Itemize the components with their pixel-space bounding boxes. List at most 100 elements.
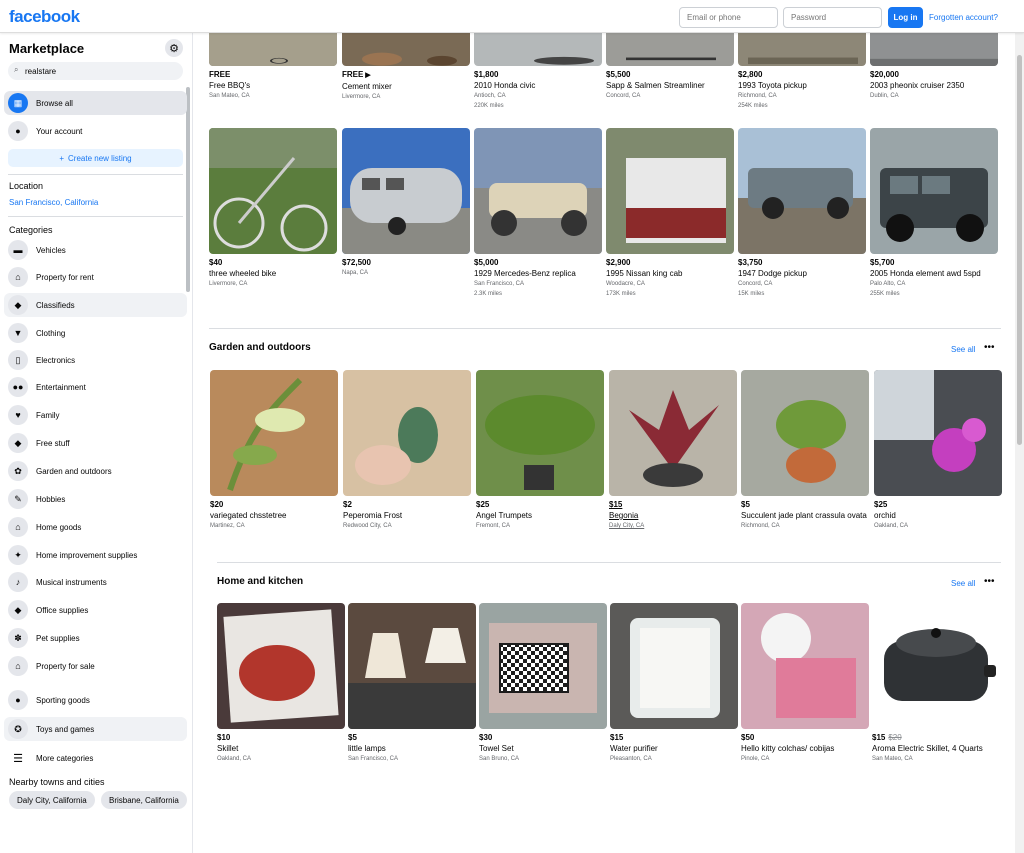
sidebar-item-category[interactable]: ⌂ Property for sale [4, 654, 187, 678]
listing-photo[interactable] [610, 603, 738, 729]
listing-photo[interactable] [738, 128, 866, 254]
listing-photo[interactable] [874, 370, 1002, 496]
listing-photo[interactable] [210, 370, 338, 496]
listing-card[interactable]: $25 Angel Trumpets Fremont, CA [476, 370, 604, 531]
listing-photo[interactable] [870, 128, 998, 254]
listing-card[interactable]: $1,800 2010 Honda civic Antioch, CA 220K mi… [474, 25, 602, 111]
password-field[interactable] [783, 7, 882, 28]
house-icon: ⌂ [8, 517, 28, 537]
search-input[interactable]: ⌕ realstare [8, 62, 183, 80]
listing-card[interactable]: $10 Skillet Oakland, CA [217, 603, 345, 764]
gear-icon[interactable]: ⚙ [165, 39, 183, 57]
see-all-link[interactable]: See all [951, 579, 975, 588]
listing-card[interactable]: $40 three wheeled bike Livermore, CA [209, 128, 337, 289]
listing-location: Fremont, CA [476, 523, 511, 529]
listing-card[interactable]: $2,900 1995 Nissan king cab Woodacre, CA 17… [606, 128, 734, 299]
listing-photo[interactable] [476, 370, 604, 496]
listing-card[interactable]: $15 Begonia Daly City, CA [609, 370, 737, 531]
sidebar-item-label: Home improvement supplies [36, 550, 138, 560]
listing-photo[interactable] [217, 603, 345, 729]
listing-title: variegated chsstetree [210, 511, 287, 520]
create-listing-label: Create new listing [68, 153, 132, 163]
sidebar-item-your-account[interactable]: ● Your account [4, 119, 187, 143]
sidebar-item-category[interactable]: ✦ Home improvement supplies [4, 543, 187, 567]
sidebar-item-category[interactable]: ♪ Musical instruments [4, 570, 187, 594]
sidebar-item-browse-all[interactable]: ▦ Browse all [4, 91, 187, 115]
email-field[interactable] [679, 7, 778, 28]
sidebar-item-category[interactable]: ✪ Toys and games [4, 717, 187, 741]
sidebar-item-category[interactable]: ⌂ Property for rent [4, 265, 187, 289]
sidebar-item-category[interactable]: ♥ Family [4, 403, 187, 427]
more-options-icon[interactable]: ••• [984, 576, 995, 587]
categories-heading: Categories [9, 225, 53, 235]
sidebar-scrollbar[interactable] [186, 87, 190, 292]
listing-photo[interactable] [348, 603, 476, 729]
sidebar-item-label: Property for sale [36, 661, 95, 671]
person-icon: ● [8, 121, 28, 141]
sidebar-item-category[interactable]: ▬ Vehicles [4, 238, 187, 262]
listing-photo[interactable] [479, 603, 607, 729]
sidebar-item-category[interactable]: ◆ Classifieds [4, 293, 187, 317]
nearby-chip[interactable]: Brisbane, California [101, 791, 187, 809]
listing-card[interactable]: $5 Succulent jade plant crassula ovata Ric… [741, 370, 869, 531]
listing-photo[interactable] [741, 603, 869, 729]
sidebar-item-category[interactable]: ● Sporting goods [4, 688, 187, 712]
main-feed: FREE Free BBQ's San Mateo, CA FREE ▶ Cement … [193, 25, 1013, 853]
page-scrollbar[interactable] [1015, 33, 1024, 853]
listing-card[interactable]: $25 orchid Oakland, CA [874, 370, 1002, 531]
listing-card[interactable]: $30 Towel Set San Bruno, CA [479, 603, 607, 764]
sidebar-item-category[interactable]: ●● Entertainment [4, 375, 187, 399]
listing-card[interactable]: $15 $20 Aroma Electric Skillet, 4 Quarts Sa… [872, 603, 1000, 764]
facebook-logo[interactable]: facebook [9, 7, 80, 27]
listing-card[interactable]: $50 Hello kitty colchas/ cobijas Pinole, C… [741, 603, 869, 764]
listing-card[interactable]: $2,800 1993 Toyota pickup Richmond, CA 254K… [738, 25, 866, 111]
listing-photo[interactable] [209, 128, 337, 254]
sidebar-item-label: Clothing [36, 328, 66, 338]
listing-card[interactable]: $72,500 Napa, CA [342, 128, 470, 278]
sidebar-item-category[interactable]: ✎ Hobbies [4, 487, 187, 511]
sidebar-item-category[interactable]: ✿ Garden and outdoors [4, 459, 187, 483]
sidebar-item-category[interactable]: ◆ Office supplies [4, 598, 187, 622]
sidebar-item-category[interactable]: ⌂ Home goods [4, 515, 187, 539]
listing-card[interactable]: $5,700 2005 Honda element awd 5spd Palo Al… [870, 128, 998, 299]
listing-card[interactable]: FREE ▶ Cement mixer Livermore, CA [342, 25, 470, 102]
listing-photo[interactable] [342, 128, 470, 254]
listing-photo[interactable] [343, 370, 471, 496]
listing-card[interactable]: $15 Water purifier Pleasanton, CA [610, 603, 738, 764]
forgot-account-link[interactable]: Forgotten account? [929, 13, 998, 22]
sidebar-item-category[interactable]: ◆ Free stuff [4, 431, 187, 455]
listing-photo[interactable] [606, 128, 734, 254]
listing-photo[interactable] [741, 370, 869, 496]
listing-price-value: $3,750 [738, 258, 763, 267]
listing-title: Angel Trumpets [476, 511, 533, 520]
listing-photo[interactable] [872, 603, 1000, 729]
listing-location: Richmond, CA [741, 523, 780, 529]
listing-card[interactable]: $5 little lamps San Francisco, CA [348, 603, 476, 764]
listing-card[interactable]: $20,000 2003 pheonix cruiser 2350 Dublin, … [870, 25, 998, 101]
sidebar-item-category[interactable]: ☰ More categories [4, 746, 187, 770]
listing-photo[interactable] [474, 128, 602, 254]
listing-card[interactable]: $2 Peperomia Frost Redwood City, CA [343, 370, 471, 531]
login-button[interactable]: Log in [888, 7, 923, 28]
listing-card[interactable]: $5,500 Sapp & Salmen Streamliner Concord, … [606, 25, 734, 101]
see-all-link[interactable]: See all [951, 345, 975, 354]
listing-price: $5 [741, 499, 869, 510]
location-link[interactable]: San Francisco, California [9, 198, 98, 207]
scroll-thumb[interactable] [1017, 55, 1022, 445]
heart-icon: ♥ [8, 405, 28, 425]
listing-photo[interactable] [609, 370, 737, 496]
listing-location: San Francisco, CA [348, 756, 399, 762]
sidebar-item-category[interactable]: ▯ Electronics [4, 348, 187, 372]
sidebar-item-category[interactable]: ▼ Clothing [4, 321, 187, 345]
listing-price-value: $2,800 [738, 70, 763, 79]
listing-card[interactable]: $20 variegated chsstetree Martinez, CA [210, 370, 338, 531]
sidebar-item-category[interactable]: ✽ Pet supplies [4, 626, 187, 650]
listing-card[interactable]: $5,000 1929 Mercedes-Benz replica San Fran… [474, 128, 602, 299]
listing-card[interactable]: FREE Free BBQ's San Mateo, CA [209, 25, 337, 101]
more-options-icon[interactable]: ••• [984, 342, 995, 353]
listing-price: $50 [741, 732, 869, 743]
nearby-chip[interactable]: Daly City, California [9, 791, 95, 809]
sidebar-item-label: Family [36, 410, 60, 420]
listing-card[interactable]: $3,750 1947 Dodge pickup Concord, CA 15K mi… [738, 128, 866, 299]
create-listing-button[interactable]: + Create new listing [8, 149, 183, 167]
